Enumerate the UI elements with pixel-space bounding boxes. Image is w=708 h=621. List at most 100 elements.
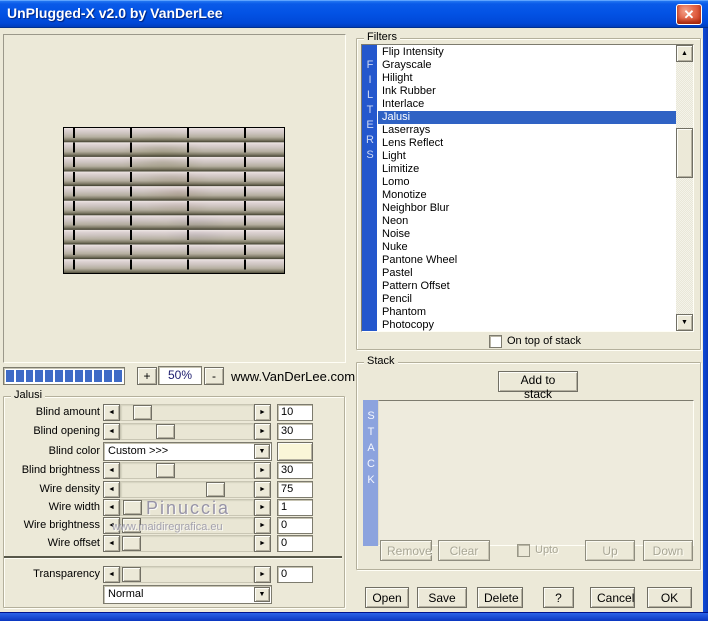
filter-item[interactable]: Pastel (378, 267, 676, 280)
filter-item[interactable]: Grayscale (378, 59, 676, 72)
slider-thumb[interactable] (123, 500, 143, 515)
progress-block (25, 370, 34, 382)
filter-item[interactable]: Nuke (378, 241, 676, 254)
slider-left-arrow[interactable]: ◄ (103, 535, 120, 552)
scroll-up-icon[interactable]: ▲ (676, 45, 693, 62)
filter-item[interactable]: Interlace (378, 98, 676, 111)
stack-list[interactable] (378, 400, 694, 546)
slider-right-arrow[interactable]: ► (254, 481, 271, 498)
filter-item[interactable]: Pattern Offset (378, 280, 676, 293)
slider-thumb[interactable] (206, 482, 225, 497)
filter-item[interactable]: Lomo (378, 176, 676, 189)
slider-left-arrow[interactable]: ◄ (103, 404, 120, 421)
slider-thumb[interactable] (122, 567, 141, 582)
remove-button[interactable]: Remove (380, 540, 432, 561)
zoom-in-button[interactable]: + (137, 367, 157, 385)
blind-opening-slider[interactable] (120, 423, 254, 440)
chevron-down-icon[interactable]: ▼ (254, 444, 270, 459)
blind-color-dropdown[interactable]: Custom >>> ▼ (103, 442, 272, 461)
slider-thumb[interactable] (155, 463, 175, 478)
clear-button[interactable]: Clear (438, 540, 490, 561)
preview-image[interactable] (63, 127, 285, 274)
blind-color-row: Blind color Custom >>> ▼ (3, 441, 343, 462)
slider-right-arrow[interactable]: ► (254, 404, 271, 421)
blind-wire (73, 128, 75, 273)
filter-item[interactable]: Photocopy (378, 319, 676, 332)
blend-mode-value: Normal (108, 588, 144, 600)
cancel-button[interactable]: Cancel (590, 587, 635, 608)
blind-brightness-value[interactable]: 30 (277, 462, 313, 479)
blind-amount-row: Blind amount ◄ ► 10 (3, 404, 343, 423)
upto-checkbox[interactable] (517, 544, 530, 557)
save-button[interactable]: Save (417, 587, 467, 608)
filter-item[interactable]: Laserrays (378, 124, 676, 137)
blind-amount-slider[interactable] (120, 404, 254, 421)
slider-left-arrow[interactable]: ◄ (103, 462, 120, 479)
slider-right-arrow[interactable]: ► (254, 535, 271, 552)
blind-opening-value[interactable]: 30 (277, 423, 313, 440)
blind-amount-value[interactable]: 10 (277, 404, 313, 421)
on-top-of-stack-checkbox[interactable] (489, 335, 502, 348)
slider-left-arrow[interactable]: ◄ (103, 481, 120, 498)
wire-offset-value[interactable]: 0 (277, 535, 313, 552)
filter-item[interactable]: Flip Intensity (378, 46, 676, 59)
filter-item[interactable]: Noise (378, 228, 676, 241)
blind-color-swatch[interactable] (277, 442, 313, 461)
wire-width-label: Wire width (48, 501, 100, 513)
slider-right-arrow[interactable]: ► (254, 462, 271, 479)
transparency-value[interactable]: 0 (277, 566, 313, 583)
jalusi-group-label: Jalusi (11, 389, 46, 401)
close-button[interactable]: ✕ (676, 4, 702, 25)
down-button[interactable]: Down (643, 540, 693, 561)
filter-item[interactable]: Neighbor Blur (378, 202, 676, 215)
slider-left-arrow[interactable]: ◄ (103, 566, 120, 583)
filter-item[interactable]: Hilight (378, 72, 676, 85)
wire-offset-slider[interactable] (120, 535, 254, 552)
filter-item[interactable]: Limitize (378, 163, 676, 176)
slider-thumb[interactable] (155, 424, 175, 439)
watermark-name: Pinuccia (146, 498, 231, 518)
progress-block (55, 370, 63, 382)
filter-item-selected[interactable]: Jalusi (378, 111, 676, 124)
slider-left-arrow[interactable]: ◄ (103, 499, 120, 516)
filter-item[interactable]: Lens Reflect (378, 137, 676, 150)
slider-right-arrow[interactable]: ► (254, 566, 271, 583)
filter-item[interactable]: Pencil (378, 293, 676, 306)
slider-thumb[interactable] (133, 405, 153, 420)
blend-mode-dropdown[interactable]: Normal ▼ (103, 585, 272, 604)
progress-block (114, 370, 122, 382)
slider-left-arrow[interactable]: ◄ (103, 423, 120, 440)
zoom-out-button[interactable]: - (204, 367, 224, 385)
filter-item[interactable]: Light (378, 150, 676, 163)
filter-item[interactable]: Monotize (378, 189, 676, 202)
scroll-down-icon[interactable]: ▼ (676, 314, 693, 331)
progress-block (45, 370, 54, 382)
filter-item[interactable]: Phantom (378, 306, 676, 319)
filter-item[interactable]: Ink Rubber (378, 85, 676, 98)
up-button[interactable]: Up (585, 540, 635, 561)
wire-width-value[interactable]: 1 (277, 499, 313, 516)
open-button[interactable]: Open (365, 587, 409, 608)
filter-item[interactable]: Neon (378, 215, 676, 228)
wire-brightness-value[interactable]: 0 (277, 517, 313, 534)
slider-right-arrow[interactable]: ► (254, 499, 271, 516)
wire-density-value[interactable]: 75 (277, 481, 313, 498)
chevron-down-icon[interactable]: ▼ (254, 587, 270, 602)
slider-right-arrow[interactable]: ► (254, 423, 271, 440)
title-bar[interactable]: UnPlugged-X v2.0 by VanDerLee ✕ (0, 0, 708, 28)
ok-button[interactable]: OK (647, 587, 692, 608)
slider-right-arrow[interactable]: ► (254, 517, 271, 534)
window-border-bottom (0, 612, 708, 621)
blind-brightness-slider[interactable] (120, 462, 254, 479)
delete-button[interactable]: Delete (477, 587, 523, 608)
scrollbar-thumb[interactable] (676, 128, 693, 178)
wire-density-slider[interactable] (120, 481, 254, 498)
filters-scrollbar[interactable]: ▲ ▼ (676, 45, 693, 331)
filter-item[interactable]: Pantone Wheel (378, 254, 676, 267)
slider-thumb[interactable] (122, 536, 141, 551)
transparency-slider[interactable] (120, 566, 254, 583)
preview-panel (3, 34, 346, 363)
help-button[interactable]: ? (543, 587, 574, 608)
add-to-stack-button[interactable]: Add to stack (498, 371, 578, 401)
blind-brightness-row: Blind brightness ◄ ► 30 (3, 462, 343, 481)
